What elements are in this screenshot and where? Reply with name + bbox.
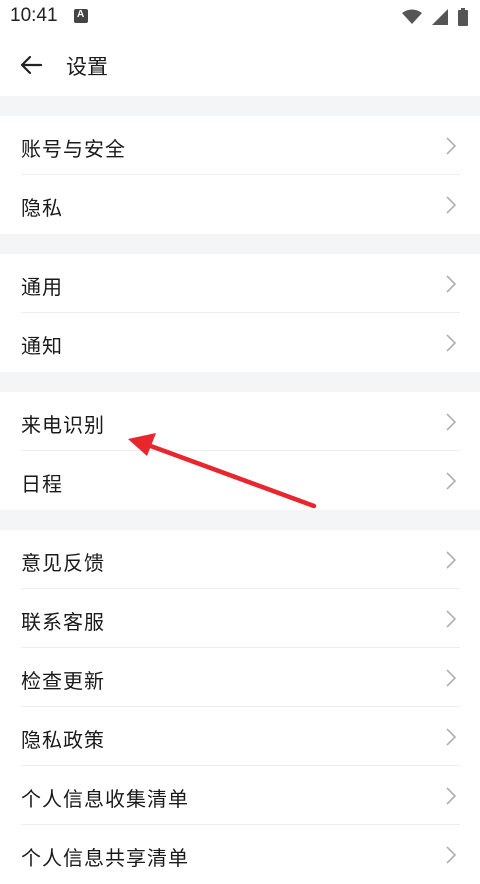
chevron-right-icon xyxy=(446,137,456,155)
settings-item-notifications[interactable]: 通知 xyxy=(0,313,480,372)
chevron-right-icon xyxy=(446,669,456,687)
signal-icon xyxy=(432,9,448,25)
settings-item-label: 隐私政策 xyxy=(21,728,105,752)
settings-item-label: 账号与安全 xyxy=(21,137,126,161)
settings-item-label: 通知 xyxy=(21,334,63,358)
settings-item-schedule[interactable]: 日程 xyxy=(0,451,480,510)
section-gap xyxy=(0,510,480,530)
settings-item-personal-info-sharing[interactable]: 个人信息共享清单 xyxy=(0,825,480,884)
settings-item-label: 通用 xyxy=(21,275,63,299)
settings-item-label: 联系客服 xyxy=(21,610,105,634)
wifi-icon xyxy=(402,9,422,24)
settings-item-label: 个人信息收集清单 xyxy=(21,787,189,811)
section-gap xyxy=(0,96,480,116)
settings-item-personal-info-collection[interactable]: 个人信息收集清单 xyxy=(0,766,480,825)
settings-item-account-security[interactable]: 账号与安全 xyxy=(0,116,480,175)
chevron-right-icon xyxy=(446,610,456,628)
section-gap xyxy=(0,234,480,254)
settings-item-label: 个人信息共享清单 xyxy=(21,846,189,870)
chevron-right-icon xyxy=(446,551,456,569)
settings-item-general[interactable]: 通用 xyxy=(0,254,480,313)
settings-item-label: 隐私 xyxy=(21,196,63,220)
settings-item-privacy[interactable]: 隐私 xyxy=(0,175,480,234)
section-gap xyxy=(0,372,480,392)
battery-icon xyxy=(458,8,468,26)
back-button[interactable] xyxy=(14,48,48,82)
settings-item-privacy-policy[interactable]: 隐私政策 xyxy=(0,707,480,766)
settings-item-check-update[interactable]: 检查更新 xyxy=(0,648,480,707)
chevron-right-icon xyxy=(446,413,456,431)
page-title: 设置 xyxy=(66,55,108,79)
chevron-right-icon xyxy=(446,196,456,214)
chevron-right-icon xyxy=(446,334,456,352)
settings-item-label: 意见反馈 xyxy=(21,551,105,575)
chevron-right-icon xyxy=(446,472,456,490)
a-icon xyxy=(74,9,88,23)
status-time: 10:41 xyxy=(10,5,58,26)
chevron-right-icon xyxy=(446,787,456,805)
settings-item-caller-id[interactable]: 来电识别 xyxy=(0,392,480,451)
chevron-right-icon xyxy=(446,846,456,864)
chevron-right-icon xyxy=(446,275,456,293)
header: 设置 xyxy=(0,34,480,96)
back-arrow-icon xyxy=(20,55,43,75)
status-icons xyxy=(402,7,468,27)
settings-item-label: 来电识别 xyxy=(21,413,105,437)
settings-item-label: 日程 xyxy=(21,472,63,496)
settings-item-label: 检查更新 xyxy=(21,669,105,693)
settings-item-feedback[interactable]: 意见反馈 xyxy=(0,530,480,589)
status-bar: 10:41 xyxy=(0,0,480,34)
settings-item-customer-service[interactable]: 联系客服 xyxy=(0,589,480,648)
chevron-right-icon xyxy=(446,728,456,746)
